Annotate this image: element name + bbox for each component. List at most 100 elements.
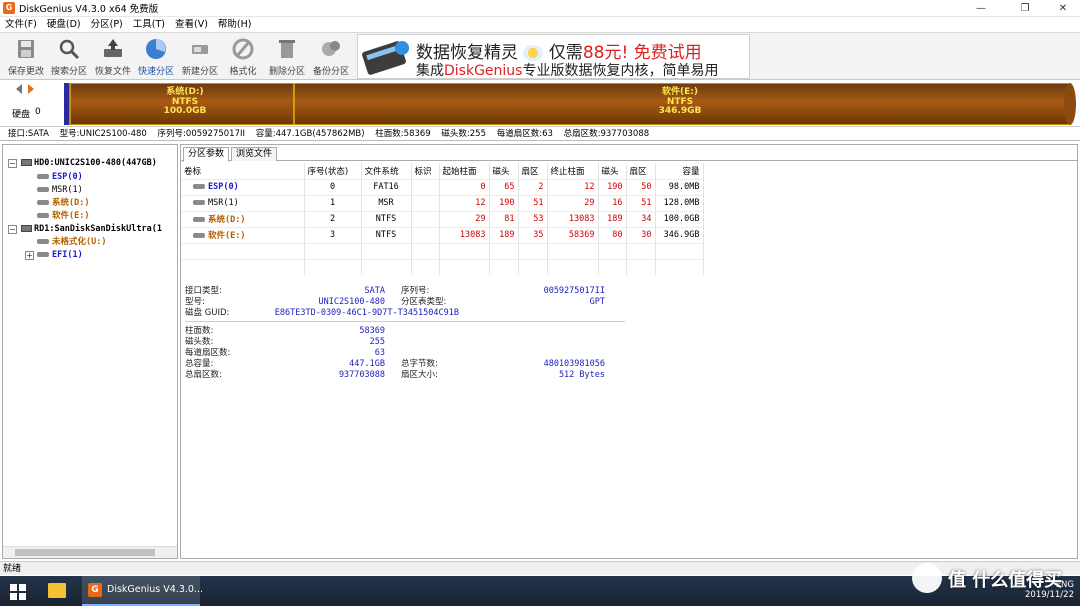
quick-partition-icon: [146, 39, 166, 59]
tree-hd0[interactable]: HD0:UNIC2S100-480(447GB): [21, 157, 157, 169]
col-end-cyl[interactable]: 终止柱面: [547, 163, 599, 179]
partition-icon: [193, 233, 205, 238]
menu-help[interactable]: 帮助(H): [213, 17, 257, 33]
delete-icon: [279, 40, 295, 58]
detail-secsize-label: 扇区大小:: [401, 370, 438, 380]
partition-e-block[interactable]: 软件(E:) NTFS 346.9GB: [640, 87, 720, 117]
menu-view[interactable]: 查看(V): [170, 17, 213, 33]
new-partition-icon: [192, 45, 208, 54]
banner-text-a: 集成: [416, 63, 444, 79]
banner-mascot-icon: [523, 45, 544, 61]
detail-sectors-label: 总扇区数:: [185, 370, 222, 380]
save-icon: [18, 40, 34, 58]
tab-strip: 分区参数 浏览文件: [181, 145, 1077, 162]
tree-msr[interactable]: MSR(1): [37, 184, 83, 196]
window-title: DiskGenius V4.3.0 x64 免费版: [19, 4, 159, 15]
menu-tools[interactable]: 工具(T): [128, 17, 170, 33]
watermark-text: 值 什么值得买: [948, 570, 1063, 591]
tree-horizontal-scrollbar[interactable]: [3, 546, 177, 558]
disk-tree: − HD0:UNIC2S100-480(447GB) ESP(0) MSR(1)…: [2, 144, 178, 559]
collapse-hd0-icon[interactable]: −: [8, 159, 17, 168]
table-row[interactable]: 软件(E:) 3 NTFS 13083 189 35 58369 80 30 3…: [181, 226, 704, 243]
table-row[interactable]: MSR(1) 1 MSR 12 190 51 29 16 51 128.0MB: [181, 194, 704, 211]
tab-browse-files[interactable]: 浏览文件: [231, 147, 278, 161]
tree-unformatted-u[interactable]: 未格式化(U:): [37, 236, 106, 248]
search-icon: [59, 39, 80, 60]
format-button[interactable]: 格式化: [222, 35, 264, 77]
partition-d-block[interactable]: 系统(D:) NTFS 100.0GB: [145, 87, 225, 117]
info-heads: 磁头数:255: [441, 129, 486, 139]
windows-start-icon[interactable]: [10, 584, 26, 600]
partition-icon: [37, 239, 49, 244]
save-changes-button[interactable]: 保存更改: [5, 35, 47, 77]
banner-brand: DiskGenius: [444, 63, 523, 79]
partition-e-size: 346.9GB: [658, 106, 702, 116]
banner-text-b: 专业版数据恢复内核，简单易用: [522, 63, 719, 79]
diskgenius-icon: G: [88, 583, 102, 597]
new-partition-button[interactable]: 新建分区: [179, 35, 221, 77]
table-row[interactable]: ESP(0) 0 FAT16 0 65 2 12 190 50 98.0MB: [181, 178, 704, 195]
menu-partition[interactable]: 分区(P): [86, 17, 128, 33]
col-start-cyl[interactable]: 起始柱面: [439, 163, 490, 179]
quick-partition-button[interactable]: 快速分区: [135, 35, 177, 77]
menu-bar: 文件(F) 硬盘(D) 分区(P) 工具(T) 查看(V) 帮助(H): [0, 17, 1080, 33]
title-bar: G DiskGenius V4.3.0 x64 免费版 — ❐ ✕: [0, 0, 1080, 17]
divider: [185, 321, 625, 322]
data-recovery-logo-icon: [362, 41, 409, 75]
backup-partition-button[interactable]: 备份分区: [310, 35, 352, 77]
delete-partition-button[interactable]: 删除分区: [266, 35, 308, 77]
maximize-button[interactable]: ❐: [1010, 0, 1040, 17]
detail-pt: GPT: [589, 297, 605, 307]
collapse-rd1-icon[interactable]: −: [8, 225, 17, 234]
partition-table: 卷标 序号(状态) 文件系统 标识 起始柱面 磁头 扇区 终止柱面 磁头 扇区 …: [181, 163, 704, 275]
scrollbar-thumb[interactable]: [15, 549, 155, 556]
taskbar-diskgenius-button[interactable]: G DiskGenius V4.3.0...: [82, 576, 203, 606]
recover-icon: [104, 39, 122, 57]
tree-esp[interactable]: ESP(0): [37, 171, 83, 183]
partition-icon: [37, 213, 49, 218]
watermark-logo-icon: [912, 563, 942, 593]
col-end-head[interactable]: 磁头: [598, 163, 627, 179]
partition-icon: [37, 200, 49, 205]
info-capacity: 容量:447.1GB(457862MB): [255, 129, 365, 139]
expand-efi-icon[interactable]: +: [25, 251, 34, 260]
tree-system-d[interactable]: 系统(D:): [37, 197, 89, 209]
col-flag[interactable]: 标识: [411, 163, 440, 179]
info-total-sectors: 总扇区数:937703088: [563, 129, 650, 139]
tree-rd1[interactable]: RD1:SanDiskSanDiskUltra(1: [21, 223, 162, 235]
col-start-head[interactable]: 磁头: [489, 163, 519, 179]
partition-d-size: 100.0GB: [163, 106, 207, 116]
disk-number: 0: [35, 107, 41, 117]
search-partition-button[interactable]: 搜索分区: [48, 35, 90, 77]
col-start-sector[interactable]: 扇区: [518, 163, 548, 179]
disk-map-bar: 硬盘 0 系统(D:) NTFS 100.0GB 软件(E:) NTFS 346…: [0, 80, 1080, 127]
partition-icon: [37, 174, 49, 179]
partition-icon: [37, 252, 49, 257]
col-index[interactable]: 序号(状态): [304, 163, 362, 179]
col-label[interactable]: 卷标: [181, 163, 305, 179]
promo-banner[interactable]: 数据恢复精灵 仅需88元! 免费试用 集成DiskGenius专业版数据恢复内核…: [357, 34, 750, 79]
table-header: 卷标 序号(状态) 文件系统 标识 起始柱面 磁头 扇区 终止柱面 磁头 扇区 …: [181, 163, 704, 179]
partition-icon: [193, 184, 205, 189]
partition-panel: 分区参数 浏览文件 卷标 序号(状态) 文件系统 标识 起始柱面 磁头 扇区 终…: [180, 144, 1078, 559]
col-fs[interactable]: 文件系统: [361, 163, 412, 179]
tree-software-e[interactable]: 软件(E:): [37, 210, 89, 222]
recover-files-button[interactable]: 恢复文件: [92, 35, 134, 77]
next-disk-arrow-icon[interactable]: [28, 84, 34, 94]
minimize-button[interactable]: —: [966, 0, 996, 17]
tab-partition-params[interactable]: 分区参数: [183, 147, 230, 162]
table-row: [181, 258, 704, 275]
menu-disk[interactable]: 硬盘(D): [42, 17, 86, 33]
app-icon: G: [3, 2, 15, 14]
menu-file[interactable]: 文件(F): [0, 17, 42, 33]
file-explorer-icon[interactable]: [48, 583, 66, 598]
close-button[interactable]: ✕: [1048, 0, 1078, 17]
disk-info-line: 接口:SATA 型号:UNIC2S100-480 序列号:0059275017I…: [0, 127, 1080, 141]
table-row[interactable]: 系统(D:) 2 NTFS 29 81 53 13083 189 34 100.…: [181, 210, 704, 227]
col-end-sector[interactable]: 扇区: [626, 163, 656, 179]
detail-guid-label: 磁盘 GUID:: [185, 308, 230, 318]
prev-disk-arrow-icon[interactable]: [16, 84, 22, 94]
col-capacity[interactable]: 容量: [655, 163, 704, 179]
tree-efi[interactable]: EFI(1): [37, 249, 83, 261]
info-interface: 接口:SATA: [8, 129, 49, 139]
